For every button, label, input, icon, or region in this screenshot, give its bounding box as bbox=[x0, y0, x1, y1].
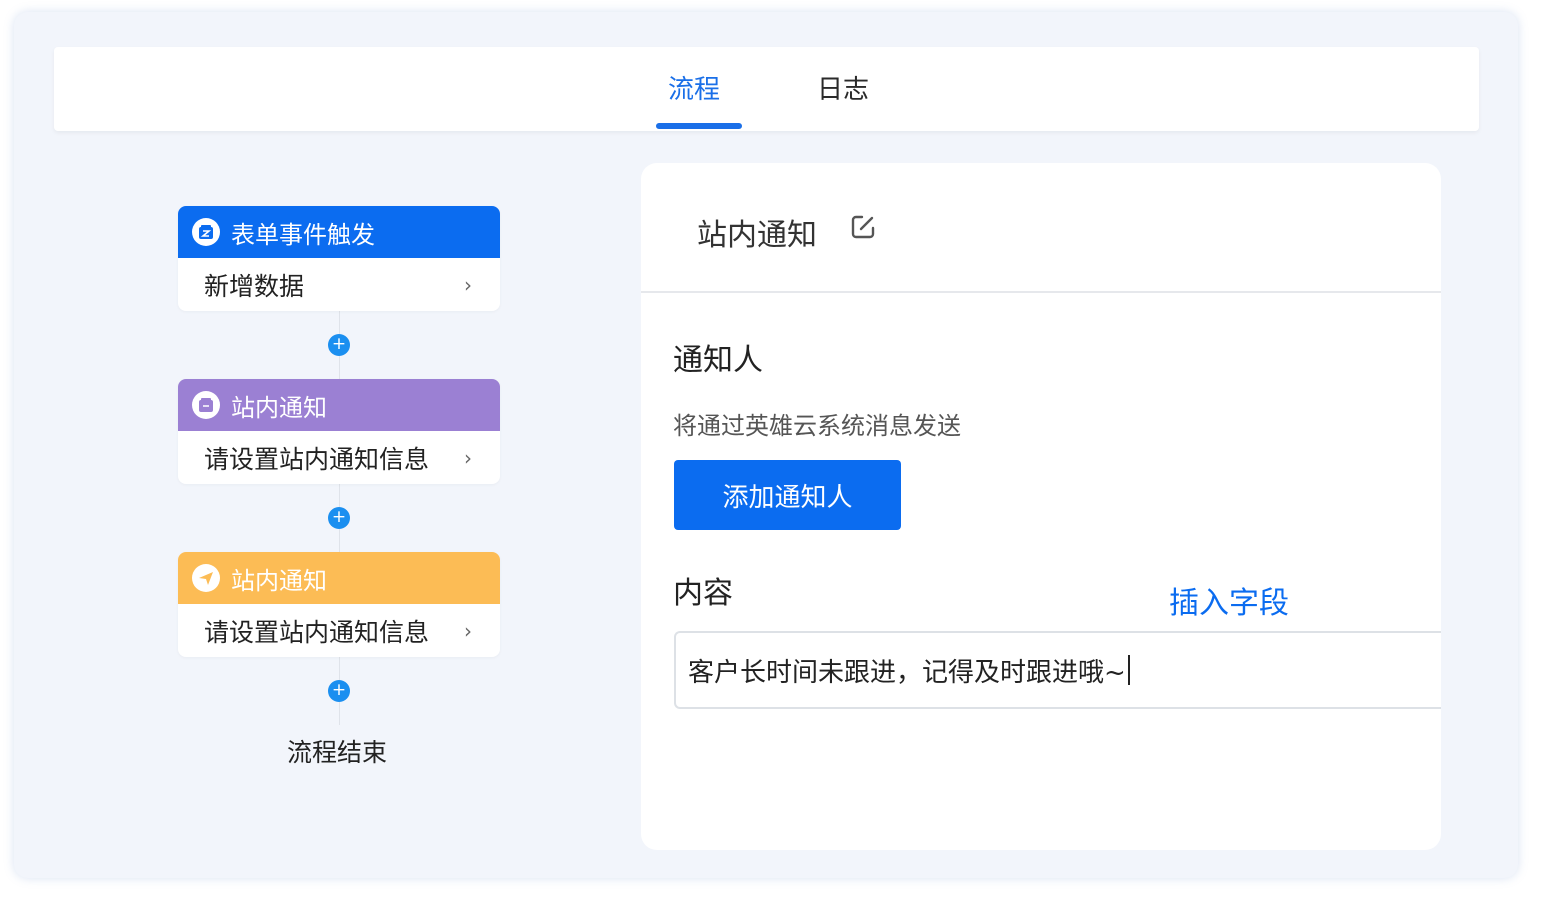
node-body[interactable]: 请设置站内通知信息 › bbox=[178, 431, 500, 484]
flow-node-notification[interactable]: 站内通知 请设置站内通知信息 › bbox=[178, 379, 500, 484]
add-step-button[interactable]: + bbox=[328, 680, 350, 702]
node-header: 站内通知 bbox=[178, 552, 500, 604]
recipients-hint: 将通过英雄云系统消息发送 bbox=[673, 412, 961, 440]
flow-node-notification[interactable]: 站内通知 请设置站内通知信息 › bbox=[178, 552, 500, 657]
active-tab-indicator bbox=[656, 123, 742, 129]
panel-title: 站内通知 bbox=[697, 218, 817, 253]
node-title: 表单事件触发 bbox=[231, 220, 375, 249]
node-title: 站内通知 bbox=[231, 566, 327, 595]
add-recipient-button[interactable]: 添加通知人 bbox=[674, 460, 901, 530]
add-step-button[interactable]: + bbox=[328, 334, 350, 356]
divider bbox=[641, 291, 1441, 293]
content-label: 内容 bbox=[673, 576, 733, 611]
chevron-right-icon: › bbox=[464, 272, 472, 297]
node-body[interactable]: 请设置站内通知信息 › bbox=[178, 604, 500, 657]
settings-panel: 站内通知 通知人 将通过英雄云系统消息发送 添加通知人 内容 插入字段 客户长时… bbox=[641, 163, 1441, 850]
tab-log[interactable]: 日志 bbox=[817, 74, 869, 106]
flow-node-trigger[interactable]: 表单事件触发 新增数据 › bbox=[178, 206, 500, 311]
text-caret bbox=[1127, 655, 1130, 685]
edit-icon[interactable] bbox=[849, 213, 877, 245]
node-header: 站内通知 bbox=[178, 379, 500, 431]
tab-bar bbox=[54, 47, 1479, 131]
node-description: 请设置站内通知信息 bbox=[204, 617, 430, 647]
node-title: 站内通知 bbox=[231, 393, 327, 422]
node-body[interactable]: 新增数据 › bbox=[178, 258, 500, 311]
form-icon bbox=[192, 391, 220, 419]
node-description: 请设置站内通知信息 bbox=[204, 444, 430, 474]
flow-end-label: 流程结束 bbox=[287, 738, 388, 767]
content-text: 客户长时间未跟进，记得及时跟进哦~ bbox=[688, 657, 1126, 688]
node-header: 表单事件触发 bbox=[178, 206, 500, 258]
insert-field-link[interactable]: 插入字段 bbox=[1169, 578, 1289, 622]
node-description: 新增数据 bbox=[204, 271, 305, 301]
chevron-right-icon: › bbox=[464, 618, 472, 643]
content-input[interactable]: 客户长时间未跟进，记得及时跟进哦~ bbox=[674, 631, 1441, 709]
tab-flow[interactable]: 流程 bbox=[668, 74, 720, 106]
chevron-right-icon: › bbox=[464, 445, 472, 470]
form-icon bbox=[192, 218, 220, 246]
add-step-button[interactable]: + bbox=[328, 507, 350, 529]
paper-plane-icon bbox=[192, 564, 220, 592]
recipients-label: 通知人 bbox=[673, 343, 763, 378]
